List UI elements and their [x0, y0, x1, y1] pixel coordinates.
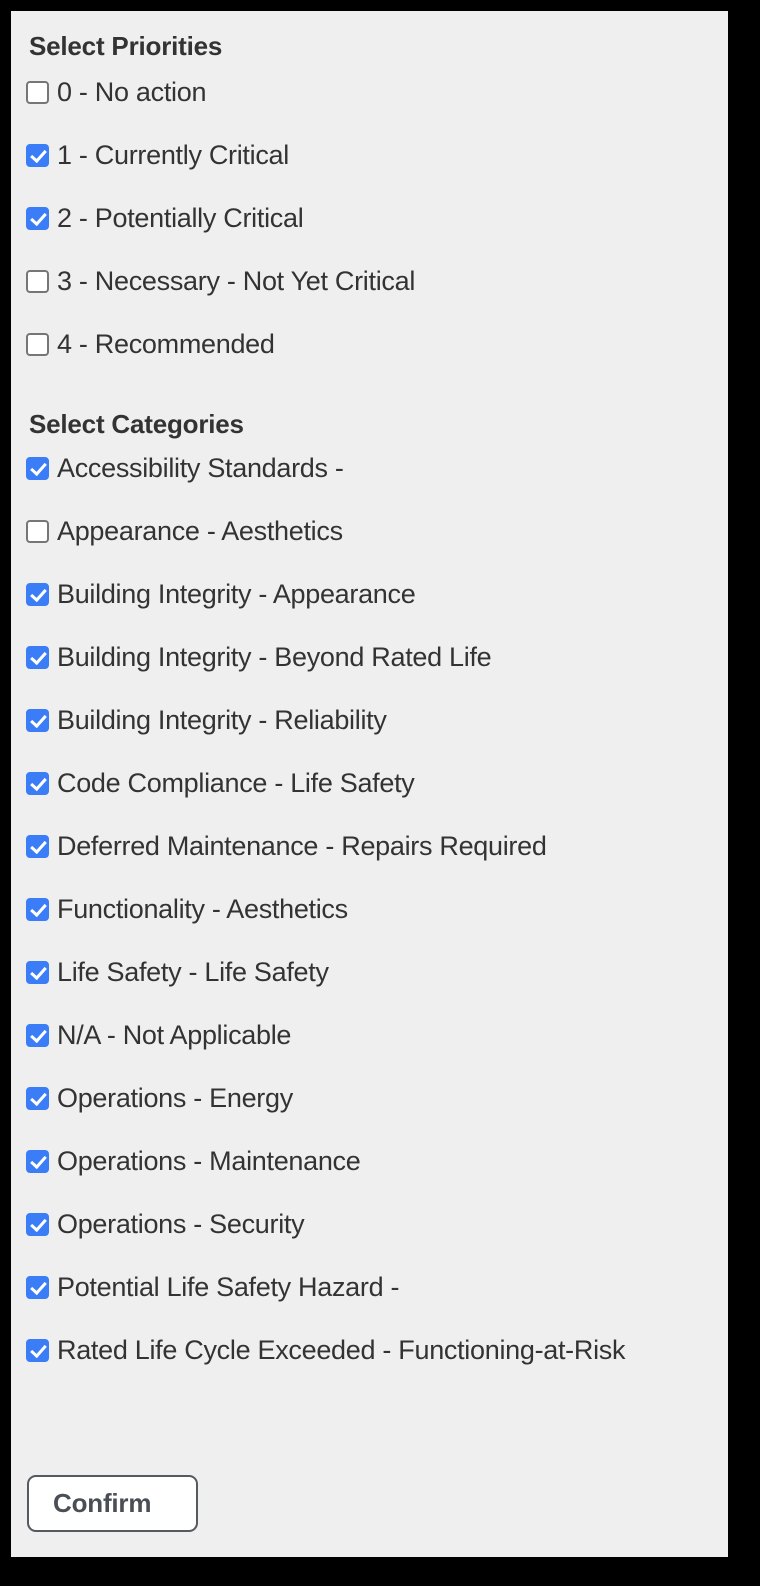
category-item-label: Code Compliance - Life Safety — [57, 768, 415, 798]
confirm-button[interactable]: Confirm — [27, 1475, 198, 1532]
category-item-label: N/A - Not Applicable — [57, 1020, 292, 1050]
category-item-label: Operations - Maintenance — [57, 1146, 361, 1176]
category-item-row[interactable]: Accessibility Standards - — [26, 451, 344, 485]
filter-panel: Select Priorities 0 - No action 1 - Curre… — [11, 11, 728, 1557]
priority-item-row[interactable]: 4 - Recommended — [26, 327, 275, 361]
checkbox-checked-icon[interactable] — [26, 456, 49, 480]
category-item-row[interactable]: Operations - Security — [26, 1207, 305, 1241]
category-item-label: Deferred Maintenance - Repairs Required — [57, 831, 547, 861]
priority-item-label: 3 - Necessary - Not Yet Critical — [57, 266, 416, 296]
checkbox-checked-icon[interactable] — [26, 1338, 49, 1362]
category-item-row[interactable]: Life Safety - Life Safety — [26, 955, 329, 989]
checkbox-checked-icon[interactable] — [26, 206, 49, 230]
category-item-row[interactable]: Potential Life Safety Hazard - — [26, 1270, 399, 1304]
checkbox-unchecked-icon[interactable] — [26, 269, 49, 293]
category-item-label: Life Safety - Life Safety — [57, 957, 329, 987]
checkbox-checked-icon[interactable] — [26, 960, 49, 984]
priority-item-row[interactable]: 1 - Currently Critical — [26, 138, 289, 172]
category-item-label: Functionality - Aesthetics — [57, 894, 348, 924]
categories-section-title: Select Categories — [29, 409, 244, 439]
category-item-label: Rated Life Cycle Exceeded - Functioning-… — [57, 1335, 626, 1365]
checkbox-checked-icon[interactable] — [26, 1086, 49, 1110]
category-item-row[interactable]: Functionality - Aesthetics — [26, 892, 348, 926]
checkbox-checked-icon[interactable] — [26, 143, 49, 167]
category-item-label: Accessibility Standards - — [57, 453, 344, 483]
checkbox-checked-icon[interactable] — [26, 897, 49, 921]
priority-item-row[interactable]: 2 - Potentially Critical — [26, 201, 304, 235]
checkbox-unchecked-icon[interactable] — [26, 332, 49, 356]
category-item-row[interactable]: Building Integrity - Beyond Rated Life — [26, 640, 492, 674]
category-item-row[interactable]: Deferred Maintenance - Repairs Required — [26, 829, 547, 863]
category-item-label: Operations - Energy — [57, 1083, 293, 1113]
category-item-row[interactable]: N/A - Not Applicable — [26, 1018, 291, 1052]
priority-item-label: 2 - Potentially Critical — [57, 203, 304, 233]
category-item-row[interactable]: Operations - Maintenance — [26, 1144, 361, 1178]
checkbox-checked-icon[interactable] — [26, 1023, 49, 1047]
category-item-label: Building Integrity - Appearance — [57, 579, 416, 609]
checkbox-checked-icon[interactable] — [26, 708, 49, 732]
checkbox-unchecked-icon[interactable] — [26, 519, 49, 543]
category-item-label: Building Integrity - Beyond Rated Life — [57, 642, 492, 672]
priority-item-row[interactable]: 0 - No action — [26, 75, 206, 109]
checkbox-checked-icon[interactable] — [26, 582, 49, 606]
confirm-button-label: Confirm — [53, 1488, 152, 1518]
priority-item-row[interactable]: 3 - Necessary - Not Yet Critical — [26, 264, 415, 298]
window-frame: Select Priorities 0 - No action 1 - Curre… — [0, 0, 760, 1586]
category-item-row[interactable]: Code Compliance - Life Safety — [26, 766, 415, 800]
checkbox-checked-icon[interactable] — [26, 645, 49, 669]
category-item-row[interactable]: Operations - Energy — [26, 1081, 293, 1115]
checkbox-checked-icon[interactable] — [26, 1149, 49, 1173]
category-item-label: Building Integrity - Reliability — [57, 705, 387, 735]
checkbox-checked-icon[interactable] — [26, 1212, 49, 1236]
checkbox-checked-icon[interactable] — [26, 1275, 49, 1299]
category-item-label: Operations - Security — [57, 1209, 305, 1239]
priority-item-label: 4 - Recommended — [57, 329, 275, 359]
checkbox-checked-icon[interactable] — [26, 771, 49, 795]
category-item-row[interactable]: Appearance - Aesthetics — [26, 514, 343, 548]
category-item-label: Appearance - Aesthetics — [57, 516, 343, 546]
category-item-row[interactable]: Building Integrity - Reliability — [26, 703, 387, 737]
priorities-section-title: Select Priorities — [29, 31, 223, 61]
category-item-row[interactable]: Rated Life Cycle Exceeded - Functioning-… — [26, 1333, 625, 1367]
checkbox-unchecked-icon[interactable] — [26, 80, 49, 104]
checkbox-checked-icon[interactable] — [26, 834, 49, 858]
category-item-row[interactable]: Building Integrity - Appearance — [26, 577, 416, 611]
priority-item-label: 1 - Currently Critical — [57, 140, 289, 170]
priority-item-label: 0 - No action — [57, 77, 207, 107]
category-item-label: Potential Life Safety Hazard - — [57, 1272, 400, 1302]
